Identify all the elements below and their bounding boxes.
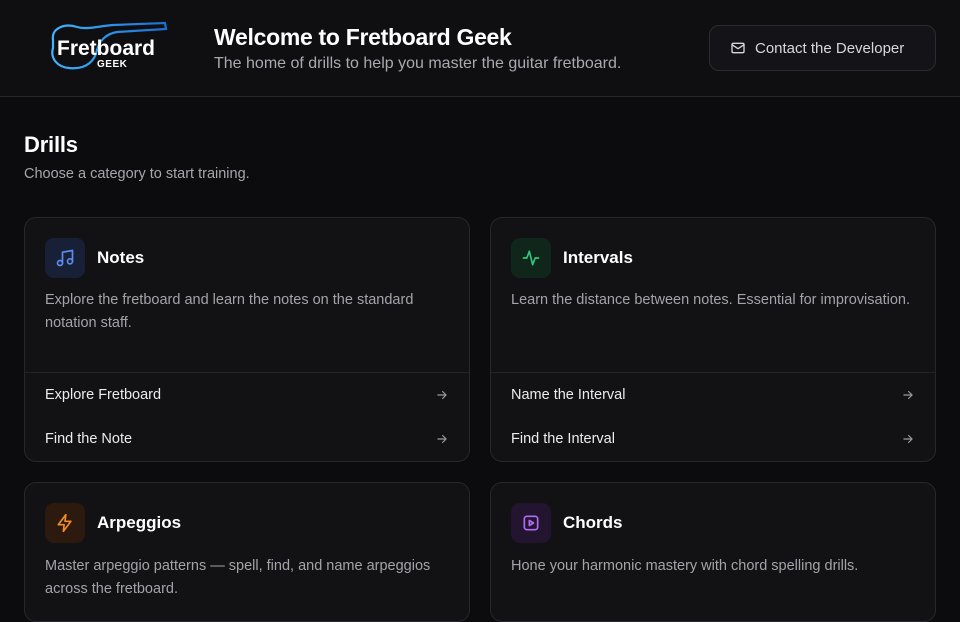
link-find-the-note[interactable]: Find the Note [25,417,469,461]
card-links: Explore Fretboard Find the Note [25,372,469,461]
drill-card-notes: Notes Explore the fretboard and learn th… [24,217,470,462]
header-text: Welcome to Fretboard Geek The home of dr… [214,24,621,74]
card-title: Chords [563,513,623,532]
music-note-icon [45,238,85,278]
contact-button-label: Contact the Developer [755,39,905,57]
arrow-right-icon [901,432,915,446]
card-description: Learn the distance between notes. Essent… [511,292,910,308]
link-label: Find the Note [45,431,133,447]
drill-card-arpeggios: Arpeggios Master arpeggio patterns — spe… [24,482,470,622]
card-description: Master arpeggio patterns — spell, find, … [45,558,431,597]
link-label: Name the Interval [511,387,626,403]
page-title: Welcome to Fretboard Geek [214,24,512,50]
link-label: Explore Fretboard [45,387,162,403]
link-find-the-interval[interactable]: Find the Interval [491,417,935,461]
card-title: Arpeggios [97,513,182,532]
card-description: Hone your harmonic mastery with chord sp… [511,558,859,574]
section-subtitle: Choose a category to start training. [24,166,250,182]
link-label: Find the Interval [511,431,615,447]
card-title: Intervals [563,248,633,267]
section-title: Drills [24,132,78,157]
zap-icon [45,503,85,543]
card-links: Name the Interval Find the Interval [491,372,935,461]
contact-developer-button[interactable]: Contact the Developer [709,25,936,71]
logo-wordmark: Fretboard [57,37,155,60]
link-explore-fretboard[interactable]: Explore Fretboard [25,373,469,417]
mail-icon [730,40,746,56]
play-square-icon [511,503,551,543]
arrow-right-icon [435,388,449,402]
page-subtitle: The home of drills to help you master th… [214,55,622,72]
drill-card-intervals: Intervals Learn the distance between not… [490,217,936,462]
guitar-logo-icon: Fretboard GEEK [51,21,168,70]
logo-submark: GEEK [97,59,128,70]
card-description: Explore the fretboard and learn the note… [45,292,414,331]
app-header: Fretboard GEEK Welcome to Fretboard Geek… [0,0,960,97]
activity-icon [511,238,551,278]
arrow-right-icon [901,388,915,402]
arrow-right-icon [435,432,449,446]
fretboard-geek-logo[interactable]: Fretboard GEEK [47,20,173,74]
card-title: Notes [97,248,145,267]
drill-card-chords: Chords Hone your harmonic mastery with c… [490,482,936,622]
link-name-the-interval[interactable]: Name the Interval [491,373,935,417]
